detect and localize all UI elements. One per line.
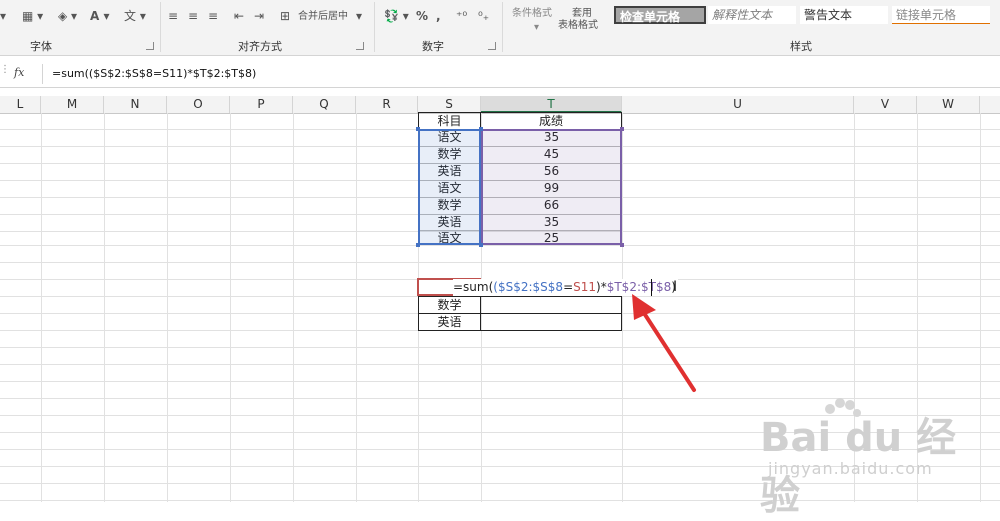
column-header-M[interactable]: M xyxy=(41,96,104,113)
conditional-format-button[interactable]: 条件格式 xyxy=(512,8,552,20)
column-header-W[interactable]: W xyxy=(917,96,980,113)
group-separator xyxy=(502,2,503,52)
group-separator xyxy=(374,2,375,52)
column-header-S[interactable]: S xyxy=(418,96,481,113)
range-highlight-score xyxy=(481,129,622,245)
watermark-url: jingyan.baidu.com xyxy=(768,459,933,478)
formula-token-multiply: )* xyxy=(596,280,607,294)
name-box-dropdown-icon[interactable]: ⋮ xyxy=(0,64,10,82)
style-check-cell[interactable]: 检查单元格 xyxy=(614,6,706,24)
table-format-label: 表格格式 xyxy=(558,20,598,31)
gridline xyxy=(230,113,231,502)
range-handle[interactable] xyxy=(620,127,624,131)
column-header-P[interactable]: P xyxy=(230,96,293,113)
summary-cell-subject[interactable]: 英语 xyxy=(418,313,481,331)
font-dialog-launcher[interactable] xyxy=(146,42,154,50)
summary-cell-value[interactable] xyxy=(481,296,622,314)
column-header-L[interactable]: L xyxy=(0,96,41,113)
conditional-format-dropdown-icon[interactable]: ▾ xyxy=(534,22,539,34)
range-handle[interactable] xyxy=(479,243,483,247)
merge-dropdown-icon[interactable]: ▾ xyxy=(356,8,362,24)
phonetic-icon[interactable]: 文 ▾ xyxy=(124,8,146,24)
header-cell-score[interactable]: 成绩 xyxy=(481,112,622,130)
style-linked-cell[interactable]: 链接单元格 xyxy=(892,6,990,24)
table-format-button[interactable]: 套用 xyxy=(572,8,592,20)
gridline xyxy=(0,381,1000,382)
gridline xyxy=(104,113,105,502)
fill-color-icon[interactable]: ◈ ▾ xyxy=(58,8,77,24)
column-header-V[interactable]: V xyxy=(854,96,917,113)
insert-function-button[interactable]: fx xyxy=(14,66,24,79)
gridline xyxy=(0,262,1000,263)
ribbon: ▾ ▦ ▾ ◈ ▾ A ▾ 文 ▾ ≡ ≡ ≡ ⇤ ⇥ ⊞ 合并后居中 ▾ 💱 … xyxy=(0,0,1000,56)
column-header-N[interactable]: N xyxy=(104,96,167,113)
summary-cell-subject[interactable]: 数学 xyxy=(418,296,481,314)
comma-button[interactable]: , xyxy=(436,8,441,24)
formula-token-criterion: S11 xyxy=(573,280,597,294)
watermark: Bai du 经验 jingyan.baidu.com xyxy=(760,398,990,519)
range-highlight-subject xyxy=(418,129,481,245)
increase-indent-icon[interactable]: ⇥ xyxy=(254,8,264,24)
gridline xyxy=(356,113,357,502)
column-header-U[interactable]: U xyxy=(622,96,854,113)
style-explanatory-text[interactable]: 解释性文本 xyxy=(708,6,796,24)
percent-button[interactable]: % xyxy=(416,8,428,24)
column-header-O[interactable]: O xyxy=(167,96,230,113)
number-dialog-launcher[interactable] xyxy=(488,42,496,50)
align-right-icon[interactable]: ≡ xyxy=(208,8,218,24)
annotation-arrow-icon xyxy=(632,294,696,392)
decrease-decimal-icon[interactable]: ⁰₊ xyxy=(478,8,489,24)
gridline xyxy=(293,113,294,502)
gridline xyxy=(0,364,1000,365)
summary-cell-value[interactable] xyxy=(481,313,622,331)
alignment-dialog-launcher[interactable] xyxy=(356,42,364,50)
align-left-icon[interactable]: ≡ xyxy=(168,8,178,24)
merge-center-button[interactable]: 合并后居中 xyxy=(298,11,348,23)
decrease-indent-icon[interactable]: ⇤ xyxy=(234,8,244,24)
merge-icon[interactable]: ⊞ xyxy=(280,8,290,24)
increase-decimal-icon[interactable]: ⁺⁰ xyxy=(456,8,467,24)
style-warning-text[interactable]: 警告文本 xyxy=(800,6,888,24)
gridline xyxy=(41,113,42,502)
header-cell-subject[interactable]: 科目 xyxy=(418,112,481,130)
font-size-dropdown[interactable]: ▾ xyxy=(0,8,6,24)
group-label-styles: 样式 xyxy=(790,40,812,53)
range-handle[interactable] xyxy=(416,243,420,247)
formula-token-func: =sum( xyxy=(453,280,494,294)
column-header-T[interactable]: T xyxy=(481,96,622,113)
align-center-icon[interactable]: ≡ xyxy=(188,8,198,24)
range-handle[interactable] xyxy=(620,243,624,247)
group-separator xyxy=(160,2,161,52)
font-color-icon[interactable]: A ▾ xyxy=(90,8,110,24)
range-handle[interactable] xyxy=(479,127,483,131)
group-label-number: 数字 xyxy=(422,40,444,53)
gridline xyxy=(0,347,1000,348)
currency-icon[interactable]: 💱 ▾ xyxy=(384,8,409,24)
group-label-font: 字体 xyxy=(30,40,52,53)
formula-token-equals: = xyxy=(563,280,574,294)
column-header-R[interactable]: R xyxy=(356,96,418,113)
range-handle[interactable] xyxy=(416,127,420,131)
gridline xyxy=(167,113,168,502)
formula-token-subject-range: ($S$2:$S$8 xyxy=(493,280,564,294)
column-header-Q[interactable]: Q xyxy=(293,96,356,113)
group-label-alignment: 对齐方式 xyxy=(238,40,282,53)
formula-input[interactable]: =sum(($S$2:$S$8=S11)*$T$2:$T$8) xyxy=(52,67,256,80)
formula-bar-separator xyxy=(42,64,43,84)
border-icon[interactable]: ▦ ▾ xyxy=(22,8,43,24)
